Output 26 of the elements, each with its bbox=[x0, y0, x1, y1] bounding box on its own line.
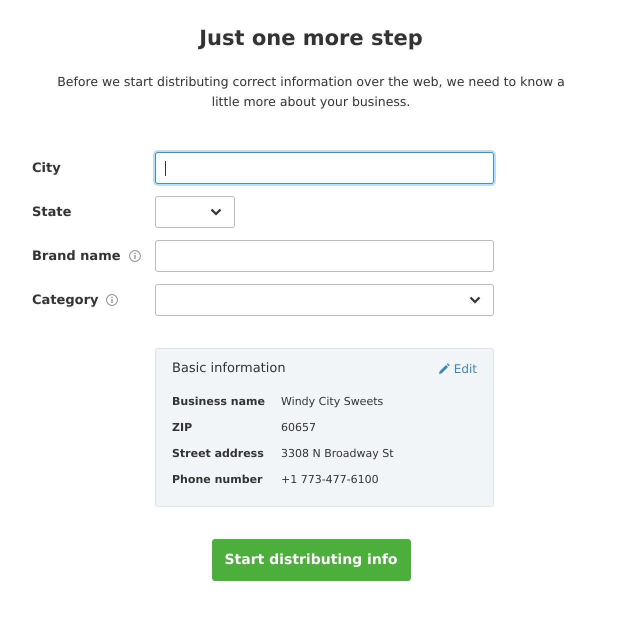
text-field[interactable] bbox=[155, 240, 494, 272]
info-icon[interactable] bbox=[106, 294, 118, 306]
chevron-down-icon bbox=[469, 296, 481, 304]
info-value: 3308 N Broadway St bbox=[281, 446, 394, 460]
chevron-down-icon bbox=[210, 208, 222, 216]
page-title: Just one more step bbox=[197, 26, 424, 50]
intro-text: Before we start distributing correct information over the web, we need to know a little more about your business. bbox=[56, 73, 566, 111]
info-icon[interactable] bbox=[128, 250, 141, 262]
pencil-icon bbox=[438, 362, 450, 374]
info-label: Business name bbox=[172, 394, 266, 408]
field-label: Category bbox=[32, 292, 98, 308]
field-label: State bbox=[32, 204, 72, 220]
field-label: Brand name bbox=[32, 248, 121, 264]
info-value: Windy City Sweets bbox=[281, 394, 384, 408]
info-label: Street address bbox=[172, 446, 265, 460]
dropdown[interactable] bbox=[155, 284, 494, 316]
edit-link[interactable]: Edit bbox=[438, 362, 477, 376]
dropdown[interactable] bbox=[155, 196, 235, 228]
info-value: +1 773-477-6100 bbox=[281, 472, 379, 486]
info-label: ZIP bbox=[172, 420, 194, 434]
card-title: Basic information bbox=[172, 361, 286, 376]
info-value: 60657 bbox=[281, 420, 316, 434]
text-field[interactable] bbox=[155, 152, 494, 184]
field-label: City bbox=[32, 160, 61, 176]
info-label: Phone number bbox=[172, 472, 264, 486]
submit-button[interactable]: Start distributing info bbox=[212, 539, 410, 581]
